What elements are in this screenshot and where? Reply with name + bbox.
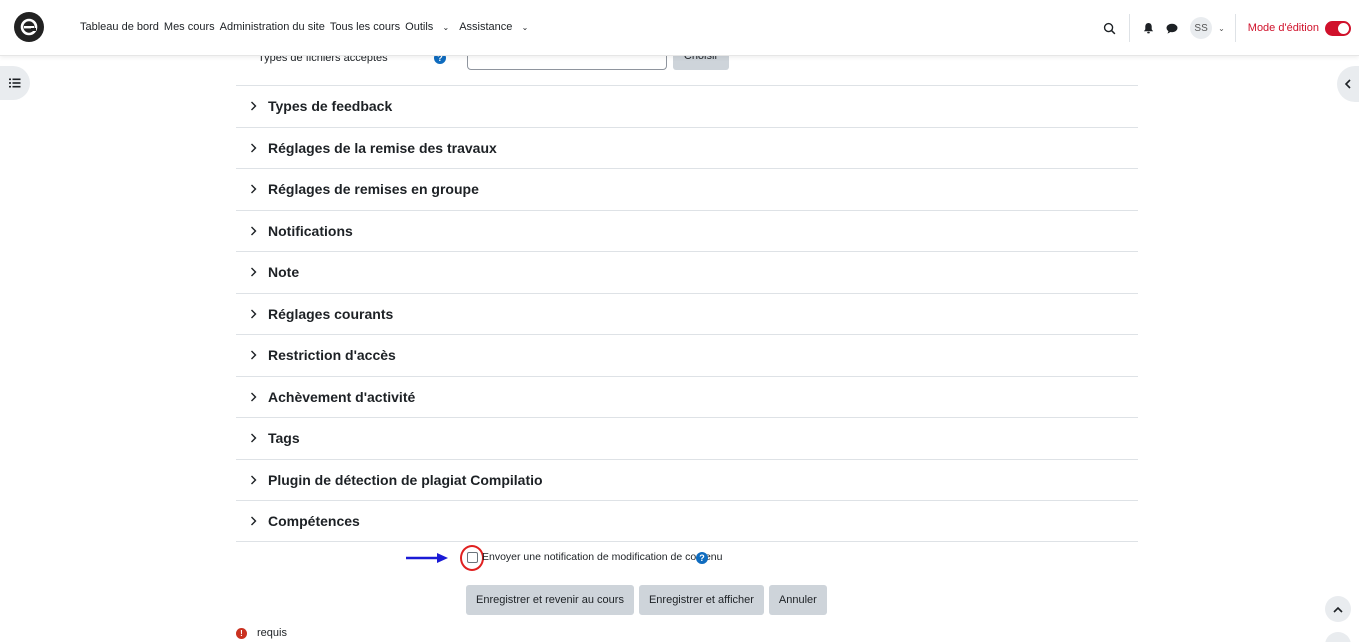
section-grade[interactable]: Note: [236, 251, 1138, 293]
section-activity-completion[interactable]: Achèvement d'activité: [236, 375, 1138, 418]
section-notifications[interactable]: Notifications: [236, 209, 1138, 252]
section-title: Réglages de remises en groupe: [268, 181, 479, 198]
section-title: Note: [268, 264, 300, 281]
chevron-right-icon: [248, 226, 258, 236]
chevron-down-icon: ⌄: [440, 23, 450, 32]
section-title: Notifications: [268, 222, 353, 239]
open-block-drawer-button[interactable]: [1337, 66, 1359, 102]
search-button[interactable]: [1097, 16, 1121, 40]
chevron-right-icon: [248, 392, 258, 402]
primary-navigation: Tableau de bord Mes cours Administration…: [80, 21, 538, 33]
section-title: Plugin de détection de plagiat Compilati…: [268, 471, 543, 488]
chevron-down-icon: ⌄: [1218, 23, 1225, 33]
chevron-right-icon: [248, 184, 258, 194]
annotation-arrow-icon: [406, 553, 448, 563]
section-title: Réglages courants: [268, 305, 394, 322]
nav-link-tools[interactable]: Outils ⌄: [405, 21, 454, 33]
section-title: Compétences: [268, 512, 360, 529]
chevron-right-icon: [248, 475, 258, 485]
nav-link-support[interactable]: Assistance ⌄: [459, 21, 533, 33]
section-feedback-types[interactable]: Types de feedback: [236, 85, 1138, 127]
navbar-right-tools: SS ⌄ Mode d'édition: [1097, 0, 1359, 56]
section-title: Réglages de la remise des travaux: [268, 139, 497, 156]
help-icon[interactable]: ?: [696, 552, 708, 564]
nav-link-site-admin[interactable]: Administration du site: [220, 21, 325, 33]
nav-link-all-courses[interactable]: Tous les cours: [330, 21, 400, 33]
chat-bubble-icon: [1166, 23, 1178, 34]
section-group-submission-settings[interactable]: Réglages de remises en groupe: [236, 168, 1138, 210]
section-access-restriction[interactable]: Restriction d'accès: [236, 334, 1138, 376]
messages-button[interactable]: [1160, 16, 1184, 40]
section-title: Types de feedback: [268, 98, 393, 115]
open-course-index-button[interactable]: [0, 66, 30, 100]
chevron-right-icon: [248, 350, 258, 360]
scroll-to-top-button[interactable]: [1325, 596, 1351, 622]
list-icon: [9, 78, 21, 88]
help-footer-button[interactable]: [1325, 632, 1351, 642]
logo-icon: [20, 18, 38, 36]
search-icon: [1103, 22, 1115, 34]
content-change-notification-label: Envoyer une notification de modification…: [482, 551, 723, 563]
content-change-notification-row: Envoyer une notification de modification…: [405, 545, 825, 571]
form-actions: Enregistrer et revenir au cours Enregist…: [466, 585, 832, 615]
site-logo[interactable]: [14, 12, 44, 42]
navbar-divider: [1234, 14, 1236, 42]
top-navbar: Tableau de bord Mes cours Administration…: [0, 0, 1359, 56]
required-label: requis: [257, 627, 287, 639]
bell-icon: [1143, 22, 1153, 34]
chevron-left-icon: [1344, 79, 1351, 89]
avatar: SS: [1190, 17, 1213, 39]
section-competencies[interactable]: Compétences: [236, 500, 1138, 542]
edit-mode-label: Mode d'édition: [1247, 22, 1319, 34]
section-title: Tags: [268, 430, 300, 447]
nav-link-dashboard[interactable]: Tableau de bord: [80, 21, 159, 33]
section-title: Restriction d'accès: [268, 347, 396, 364]
chevron-right-icon: [248, 267, 258, 277]
chevron-right-icon: [248, 433, 258, 443]
nav-link-my-courses[interactable]: Mes cours: [164, 21, 215, 33]
section-plagiarism-plugin[interactable]: Plugin de détection de plagiat Compilati…: [236, 458, 1138, 501]
cancel-button[interactable]: Annuler: [768, 585, 827, 615]
navbar-divider: [1129, 14, 1131, 42]
section-common-settings[interactable]: Réglages courants: [236, 292, 1138, 335]
chevron-down-icon: ⌄: [519, 23, 529, 32]
required-icon: !: [236, 627, 247, 639]
chevron-right-icon: [248, 516, 258, 526]
chevron-up-icon: [1333, 606, 1343, 613]
chevron-right-icon: [248, 309, 258, 319]
edit-mode-toggle[interactable]: [1325, 20, 1351, 36]
section-title: Achèvement d'activité: [268, 388, 416, 405]
settings-sections: Types de feedback Réglages de la remise …: [236, 85, 1138, 542]
content-change-notification-checkbox[interactable]: [467, 552, 478, 563]
nav-link-support-label: Assistance: [459, 21, 513, 33]
chevron-right-icon: [248, 143, 258, 153]
save-and-return-button[interactable]: Enregistrer et revenir au cours: [466, 585, 634, 615]
nav-link-tools-label: Outils: [405, 21, 434, 33]
section-submission-settings[interactable]: Réglages de la remise des travaux: [236, 126, 1138, 169]
section-tags[interactable]: Tags: [236, 417, 1138, 459]
user-menu[interactable]: SS ⌄: [1190, 17, 1225, 39]
save-and-display-button[interactable]: Enregistrer et afficher: [638, 585, 764, 615]
chevron-right-icon: [248, 101, 258, 111]
required-legend: ! requis: [236, 627, 287, 639]
notifications-button[interactable]: [1136, 16, 1160, 40]
